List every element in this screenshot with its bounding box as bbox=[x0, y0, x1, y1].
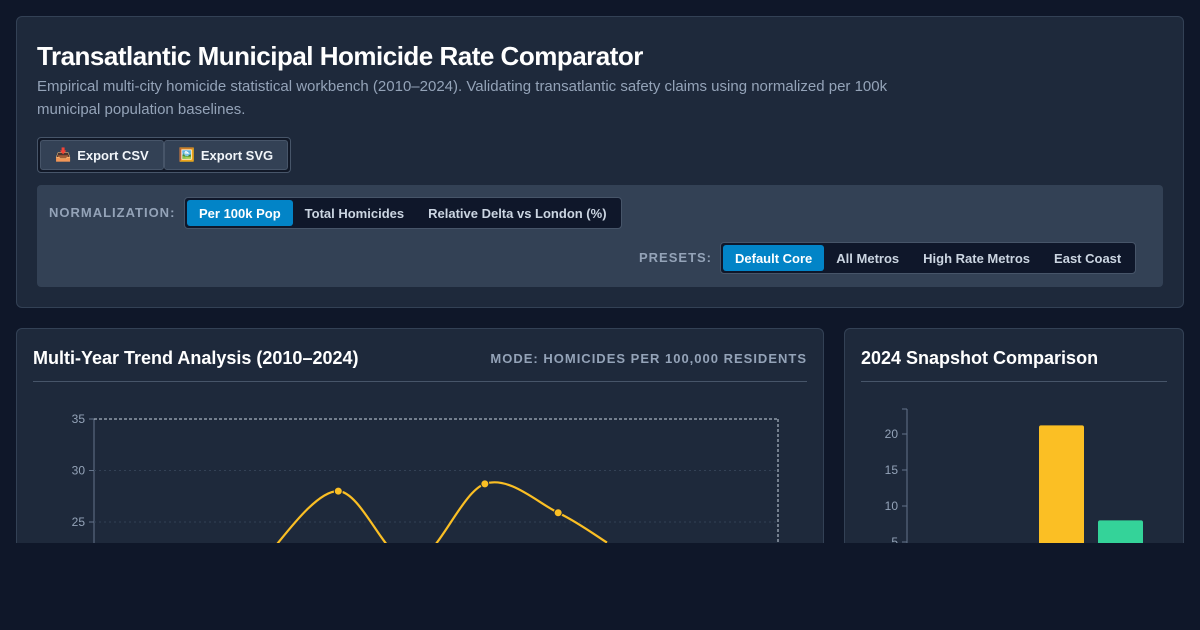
download-tray-icon: 📥 bbox=[55, 147, 72, 162]
y-tick-label: 30 bbox=[72, 464, 86, 478]
export-svg-label: Export SVG bbox=[200, 147, 274, 163]
normalization-option-per-100k[interactable]: Per 100k Pop bbox=[187, 200, 293, 226]
data-point bbox=[480, 479, 490, 489]
export-button-group: 📥 Export CSV 🖼️ Export SVG bbox=[37, 137, 292, 173]
controls-panel: NORMALIZATION: Per 100k Pop Total Homici… bbox=[37, 185, 1163, 287]
bar-y-tick-label: 15 bbox=[885, 463, 899, 477]
normalization-option-total[interactable]: Total Homicides bbox=[293, 200, 416, 226]
bar-y-tick-label: 10 bbox=[885, 499, 899, 513]
normalization-label: NORMALIZATION: bbox=[49, 205, 176, 220]
bar-y-tick-label: 20 bbox=[885, 427, 899, 441]
export-csv-button[interactable]: 📥 Export CSV bbox=[40, 140, 164, 170]
data-point bbox=[553, 508, 563, 518]
normalization-segmented-control: Per 100k Pop Total Homicides Relative De… bbox=[184, 197, 622, 229]
image-icon: 🖼️ bbox=[178, 147, 195, 162]
preset-high-rate-metros[interactable]: High Rate Metros bbox=[911, 245, 1042, 271]
preset-default-core[interactable]: Default Core bbox=[723, 245, 825, 271]
export-csv-label: Export CSV bbox=[77, 147, 149, 163]
presets-segmented-control: Default Core All Metros High Rate Metros… bbox=[720, 242, 1137, 274]
export-svg-button[interactable]: 🖼️ Export SVG bbox=[163, 140, 289, 170]
page-title: Transatlantic Municipal Homicide Rate Co… bbox=[37, 41, 643, 71]
y-tick-label: 35 bbox=[72, 412, 86, 426]
presets-label: PRESETS: bbox=[639, 250, 713, 265]
header-card: Transatlantic Municipal Homicide Rate Co… bbox=[16, 16, 1184, 308]
page-background-cutoff bbox=[0, 543, 1200, 630]
preset-all-metros[interactable]: All Metros bbox=[824, 245, 911, 271]
y-tick-label: 25 bbox=[72, 515, 86, 529]
data-point bbox=[333, 486, 343, 496]
normalization-option-relative-delta[interactable]: Relative Delta vs London (%) bbox=[416, 200, 618, 226]
page-subtitle: Empirical multi-city homicide statistica… bbox=[37, 78, 888, 118]
preset-east-coast[interactable]: East Coast bbox=[1042, 245, 1133, 271]
